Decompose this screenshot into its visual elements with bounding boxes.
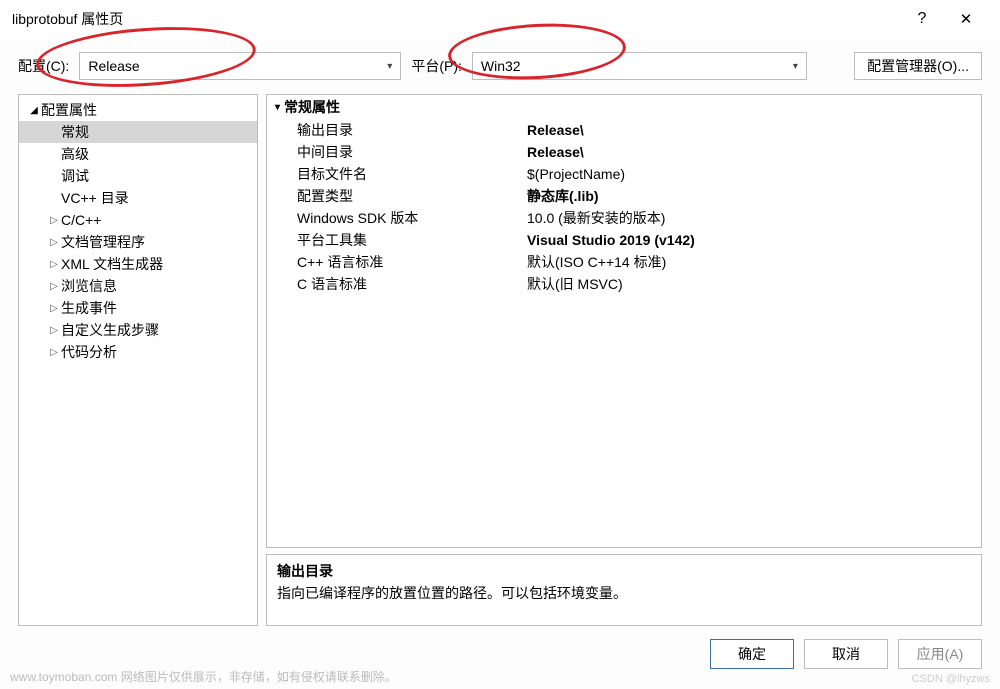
property-name: 中间目录	[267, 142, 523, 162]
property-name: Windows SDK 版本	[267, 208, 523, 228]
triangle-right-icon: ▷	[47, 237, 61, 248]
footer: 确定 取消 应用(A)	[0, 626, 1000, 674]
triangle-right-icon: ▷	[47, 259, 61, 270]
section-title: 常规属性	[284, 97, 340, 117]
tree-item[interactable]: ◢配置属性	[19, 99, 257, 121]
property-row[interactable]: 目标文件名$(ProjectName)	[267, 163, 981, 185]
ok-button[interactable]: 确定	[710, 639, 794, 669]
property-row[interactable]: 平台工具集Visual Studio 2019 (v142)	[267, 229, 981, 251]
config-value: Release	[88, 58, 139, 74]
config-manager-button[interactable]: 配置管理器(O)...	[854, 52, 982, 80]
property-row[interactable]: 配置类型静态库(.lib)	[267, 185, 981, 207]
apply-button[interactable]: 应用(A)	[898, 639, 982, 669]
property-row[interactable]: 输出目录Release\	[267, 119, 981, 141]
config-label: 配置(C):	[18, 56, 69, 76]
triangle-right-icon: ▷	[47, 215, 61, 226]
tree-item-label: 高级	[61, 144, 89, 164]
chevron-down-icon: ▾	[387, 61, 392, 72]
tree-item-label: 常规	[61, 122, 89, 142]
property-value[interactable]: $(ProjectName)	[523, 166, 981, 182]
triangle-right-icon: ▷	[47, 347, 61, 358]
property-grid[interactable]: ▾ 常规属性 输出目录Release\中间目录Release\目标文件名$(Pr…	[266, 94, 982, 548]
property-value[interactable]: Release\	[523, 144, 981, 160]
window-title: libprotobuf 属性页	[12, 9, 900, 29]
description-body: 指向已编译程序的放置位置的路径。可以包括环境变量。	[277, 583, 971, 603]
titlebar: libprotobuf 属性页 ? ✕	[0, 0, 1000, 38]
triangle-right-icon: ▷	[47, 303, 61, 314]
triangle-right-icon: ▷	[47, 325, 61, 336]
tree-item[interactable]: 常规	[19, 121, 257, 143]
tree-item-label: XML 文档生成器	[61, 254, 163, 274]
chevron-down-icon: ▾	[793, 61, 798, 72]
property-name: 输出目录	[267, 120, 523, 140]
tree-item[interactable]: ▷代码分析	[19, 341, 257, 363]
property-value[interactable]: 默认(旧 MSVC)	[523, 274, 981, 294]
close-button[interactable]: ✕	[944, 4, 988, 34]
tree-item[interactable]: 高级	[19, 143, 257, 165]
collapse-icon: ▾	[275, 102, 280, 113]
property-value[interactable]: 默认(ISO C++14 标准)	[523, 252, 981, 272]
property-row[interactable]: C 语言标准默认(旧 MSVC)	[267, 273, 981, 295]
right-column: ▾ 常规属性 输出目录Release\中间目录Release\目标文件名$(Pr…	[266, 94, 982, 626]
watermark-right: CSDN @lhyzws	[912, 673, 990, 685]
tree-item[interactable]: ▷生成事件	[19, 297, 257, 319]
property-name: C 语言标准	[267, 274, 523, 294]
platform-combo[interactable]: Win32 ▾	[472, 52, 807, 80]
tree-item[interactable]: 调试	[19, 165, 257, 187]
watermark-left: www.toymoban.com 网络图片仅供展示，非存储，如有侵权请联系删除。	[10, 668, 397, 685]
cancel-button[interactable]: 取消	[804, 639, 888, 669]
tree-item[interactable]: ▷文档管理程序	[19, 231, 257, 253]
tree-item[interactable]: ▷自定义生成步骤	[19, 319, 257, 341]
tree-item[interactable]: ▷C/C++	[19, 209, 257, 231]
tree-item-label: 文档管理程序	[61, 232, 145, 252]
property-value[interactable]: 静态库(.lib)	[523, 186, 981, 206]
property-value[interactable]: 10.0 (最新安装的版本)	[523, 208, 981, 228]
help-button[interactable]: ?	[900, 4, 944, 34]
tree-item-label: 调试	[61, 166, 89, 186]
tree-item-label: 配置属性	[41, 100, 97, 120]
tree-item-label: 代码分析	[61, 342, 117, 362]
toolbar: 配置(C): Release ▾ 平台(P): Win32 ▾ 配置管理器(O)…	[0, 38, 1000, 94]
triangle-right-icon: ▷	[47, 281, 61, 292]
tree-item[interactable]: ▷XML 文档生成器	[19, 253, 257, 275]
config-combo[interactable]: Release ▾	[79, 52, 401, 80]
nav-tree[interactable]: ◢配置属性常规高级调试VC++ 目录▷C/C++▷文档管理程序▷XML 文档生成…	[18, 94, 258, 626]
main-content: ◢配置属性常规高级调试VC++ 目录▷C/C++▷文档管理程序▷XML 文档生成…	[0, 94, 1000, 626]
description-panel: 输出目录 指向已编译程序的放置位置的路径。可以包括环境变量。	[266, 554, 982, 626]
property-row[interactable]: 中间目录Release\	[267, 141, 981, 163]
property-name: 配置类型	[267, 186, 523, 206]
property-row[interactable]: C++ 语言标准默认(ISO C++14 标准)	[267, 251, 981, 273]
property-name: C++ 语言标准	[267, 252, 523, 272]
description-title: 输出目录	[277, 561, 971, 581]
tree-item-label: 自定义生成步骤	[61, 320, 159, 340]
platform-label: 平台(P):	[411, 56, 462, 76]
property-name: 平台工具集	[267, 230, 523, 250]
tree-item-label: VC++ 目录	[61, 188, 129, 208]
tree-item[interactable]: VC++ 目录	[19, 187, 257, 209]
section-header[interactable]: ▾ 常规属性	[267, 95, 981, 119]
tree-item-label: 生成事件	[61, 298, 117, 318]
triangle-down-icon: ◢	[27, 105, 41, 116]
property-name: 目标文件名	[267, 164, 523, 184]
tree-item-label: 浏览信息	[61, 276, 117, 296]
tree-item-label: C/C++	[61, 212, 101, 228]
property-value[interactable]: Release\	[523, 122, 981, 138]
tree-item[interactable]: ▷浏览信息	[19, 275, 257, 297]
platform-value: Win32	[481, 58, 521, 74]
property-row[interactable]: Windows SDK 版本10.0 (最新安装的版本)	[267, 207, 981, 229]
property-value[interactable]: Visual Studio 2019 (v142)	[523, 232, 981, 248]
